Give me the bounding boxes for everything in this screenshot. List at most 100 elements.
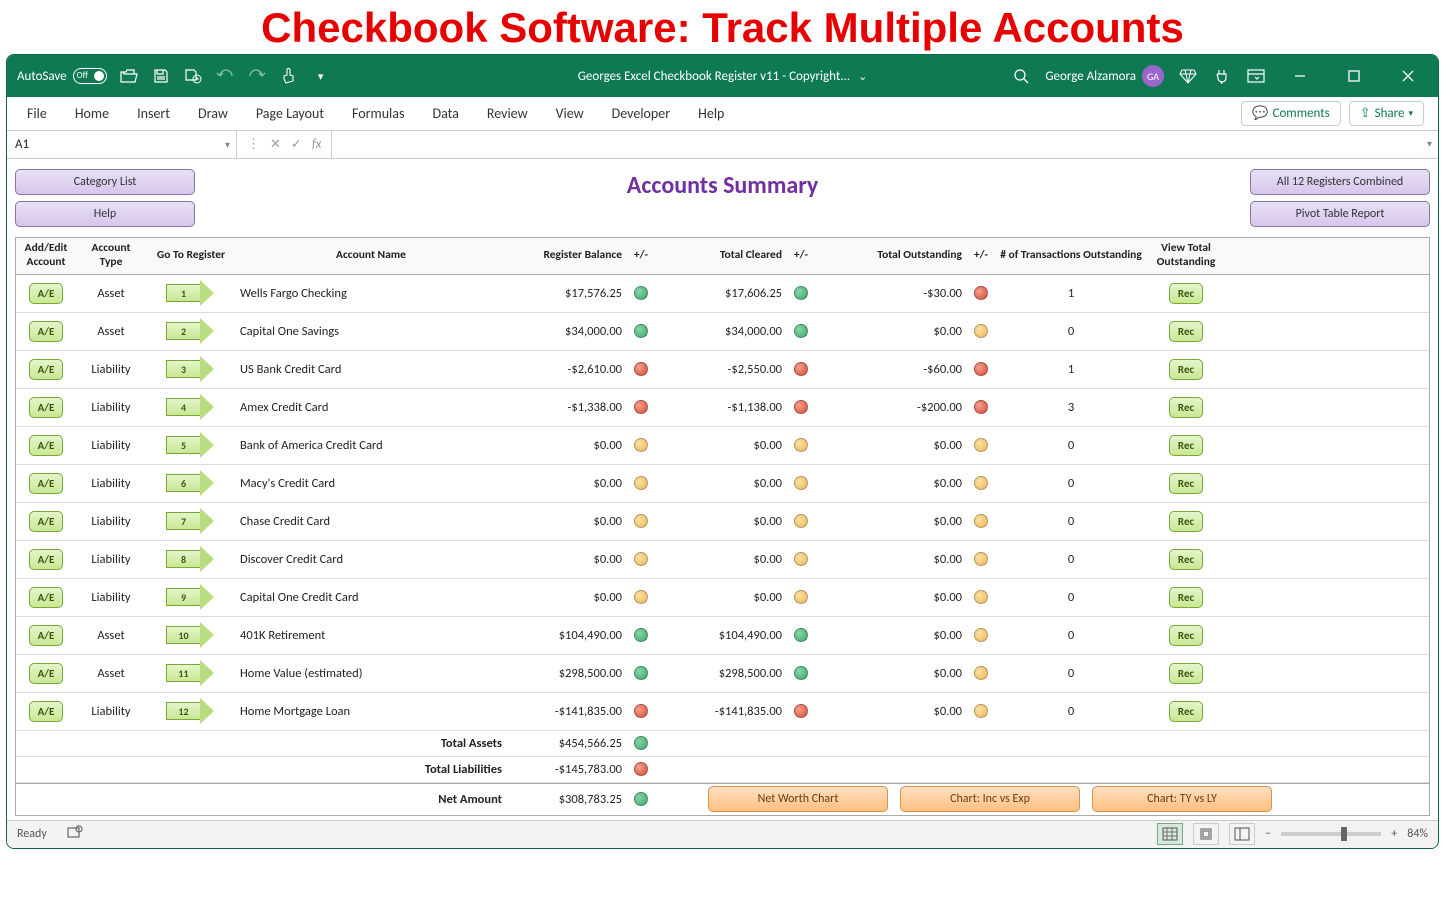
goto-register-button[interactable]: 1 xyxy=(166,281,216,305)
zoom-slider[interactable] xyxy=(1281,832,1381,836)
ribbon-tab-file[interactable]: File xyxy=(15,99,59,128)
ribbon-tab-insert[interactable]: Insert xyxy=(125,99,182,128)
ribbon-tab-review[interactable]: Review xyxy=(475,99,540,128)
add-edit-button[interactable]: A/E xyxy=(29,435,64,456)
rec-button[interactable]: Rec xyxy=(1169,473,1203,494)
save-icon[interactable] xyxy=(151,66,171,86)
cleared-indicator xyxy=(786,512,816,530)
help-button[interactable]: Help xyxy=(15,201,195,227)
category-list-button[interactable]: Category List xyxy=(15,169,195,195)
rec-button[interactable]: Rec xyxy=(1169,663,1203,684)
page-banner: Checkbook Software: Track Multiple Accou… xyxy=(0,0,1445,54)
formula-input[interactable] xyxy=(332,131,1438,158)
ribbon-tab-formulas[interactable]: Formulas xyxy=(340,99,416,128)
add-edit-button[interactable]: A/E xyxy=(29,473,64,494)
rec-button[interactable]: Rec xyxy=(1169,625,1203,646)
register-balance-cell: -$1,338.00 xyxy=(506,398,626,417)
ribbon-tab-draw[interactable]: Draw xyxy=(186,99,240,128)
doc-dropdown-icon[interactable]: ⌄ xyxy=(858,70,867,83)
rec-button[interactable]: Rec xyxy=(1169,587,1203,608)
add-edit-button[interactable]: A/E xyxy=(29,321,64,342)
maximize-button[interactable] xyxy=(1334,61,1374,91)
add-edit-button[interactable]: A/E xyxy=(29,701,64,722)
pivot-table-button[interactable]: Pivot Table Report xyxy=(1250,201,1430,227)
all-registers-button[interactable]: All 12 Registers Combined xyxy=(1250,169,1430,195)
ribbon-tab-home[interactable]: Home xyxy=(63,99,121,128)
goto-register-button[interactable]: 3 xyxy=(166,357,216,381)
dots-icon[interactable]: ⋮ xyxy=(247,137,260,152)
num-transactions-cell: 0 xyxy=(996,474,1146,493)
zoom-level[interactable]: 84% xyxy=(1407,827,1428,841)
goto-register-button[interactable]: 7 xyxy=(166,509,216,533)
ribbon-tab-page-layout[interactable]: Page Layout xyxy=(244,99,336,128)
goto-register-button[interactable]: 6 xyxy=(166,471,216,495)
rec-button[interactable]: Rec xyxy=(1169,283,1203,304)
net-amount-row: Net Amount $308,783.25 Net Worth Chart C… xyxy=(16,783,1429,815)
add-edit-button[interactable]: A/E xyxy=(29,663,64,684)
add-edit-button[interactable]: A/E xyxy=(29,587,64,608)
share-button[interactable]: ⇪Share▾ xyxy=(1349,101,1424,126)
user-account[interactable]: George Alzamora GA xyxy=(1045,65,1164,87)
add-edit-button[interactable]: A/E xyxy=(29,511,64,532)
goto-register-button[interactable]: 2 xyxy=(166,319,216,343)
save-clock-icon[interactable] xyxy=(183,66,203,86)
add-edit-button[interactable]: A/E xyxy=(29,359,64,380)
toggle-switch[interactable]: Off xyxy=(73,68,107,84)
minimize-button[interactable] xyxy=(1280,61,1320,91)
macro-recorder-icon[interactable] xyxy=(67,825,83,843)
goto-register-button[interactable]: 5 xyxy=(166,433,216,457)
rec-button[interactable]: Rec xyxy=(1169,435,1203,456)
ribbon-tab-data[interactable]: Data xyxy=(420,99,470,128)
total-cleared-cell: $0.00 xyxy=(656,436,786,455)
goto-register-button[interactable]: 11 xyxy=(166,661,216,685)
excel-window: AutoSave Off ▾ Georges Excel Checkbook R… xyxy=(6,54,1439,849)
goto-register-button[interactable]: 10 xyxy=(166,623,216,647)
total-cleared-cell: $0.00 xyxy=(656,512,786,531)
accept-icon[interactable]: ✓ xyxy=(291,137,302,152)
goto-register-button[interactable]: 8 xyxy=(166,547,216,571)
ribbon-tab-view[interactable]: View xyxy=(544,99,596,128)
page-break-view-button[interactable] xyxy=(1229,823,1255,845)
rec-button[interactable]: Rec xyxy=(1169,397,1203,418)
name-box[interactable]: A1 xyxy=(7,131,237,158)
close-button[interactable] xyxy=(1388,61,1428,91)
qat-more-icon[interactable]: ▾ xyxy=(311,66,331,86)
rec-button[interactable]: Rec xyxy=(1169,701,1203,722)
goto-register-button[interactable]: 4 xyxy=(166,395,216,419)
inc-vs-exp-chart-button[interactable]: Chart: Inc vs Exp xyxy=(900,786,1080,812)
add-edit-button[interactable]: A/E xyxy=(29,549,64,570)
ribbon-mode-icon[interactable] xyxy=(1246,66,1266,86)
undo-icon[interactable] xyxy=(215,66,235,86)
cleared-indicator xyxy=(786,398,816,416)
add-edit-button[interactable]: A/E xyxy=(29,625,64,646)
rec-button[interactable]: Rec xyxy=(1169,511,1203,532)
comments-button[interactable]: 💬Comments xyxy=(1241,101,1340,126)
open-icon[interactable] xyxy=(119,66,139,86)
add-edit-button[interactable]: A/E xyxy=(29,283,64,304)
zoom-out-button[interactable]: − xyxy=(1265,827,1271,841)
balance-indicator xyxy=(626,398,656,416)
goto-register-button[interactable]: 9 xyxy=(166,585,216,609)
ribbon-tab-developer[interactable]: Developer xyxy=(600,99,682,128)
ty-vs-ly-chart-button[interactable]: Chart: TY vs LY xyxy=(1092,786,1272,812)
search-icon[interactable] xyxy=(1011,66,1031,86)
rec-button[interactable]: Rec xyxy=(1169,549,1203,570)
diamond-icon[interactable] xyxy=(1178,66,1198,86)
goto-register-button[interactable]: 12 xyxy=(166,699,216,723)
touch-icon[interactable] xyxy=(279,66,299,86)
plug-icon[interactable] xyxy=(1212,66,1232,86)
fx-icon[interactable]: fx xyxy=(312,137,322,152)
cancel-icon[interactable]: ✕ xyxy=(270,137,281,152)
rec-button[interactable]: Rec xyxy=(1169,359,1203,380)
num-transactions-cell: 0 xyxy=(996,664,1146,683)
zoom-in-button[interactable]: + xyxy=(1391,827,1397,841)
ribbon-tab-help[interactable]: Help xyxy=(686,99,736,128)
autosave-toggle[interactable]: AutoSave Off xyxy=(17,68,107,84)
redo-icon[interactable] xyxy=(247,66,267,86)
register-balance-cell: -$2,610.00 xyxy=(506,360,626,379)
normal-view-button[interactable] xyxy=(1157,823,1183,845)
net-worth-chart-button[interactable]: Net Worth Chart xyxy=(708,786,888,812)
rec-button[interactable]: Rec xyxy=(1169,321,1203,342)
add-edit-button[interactable]: A/E xyxy=(29,397,64,418)
page-layout-view-button[interactable] xyxy=(1193,823,1219,845)
